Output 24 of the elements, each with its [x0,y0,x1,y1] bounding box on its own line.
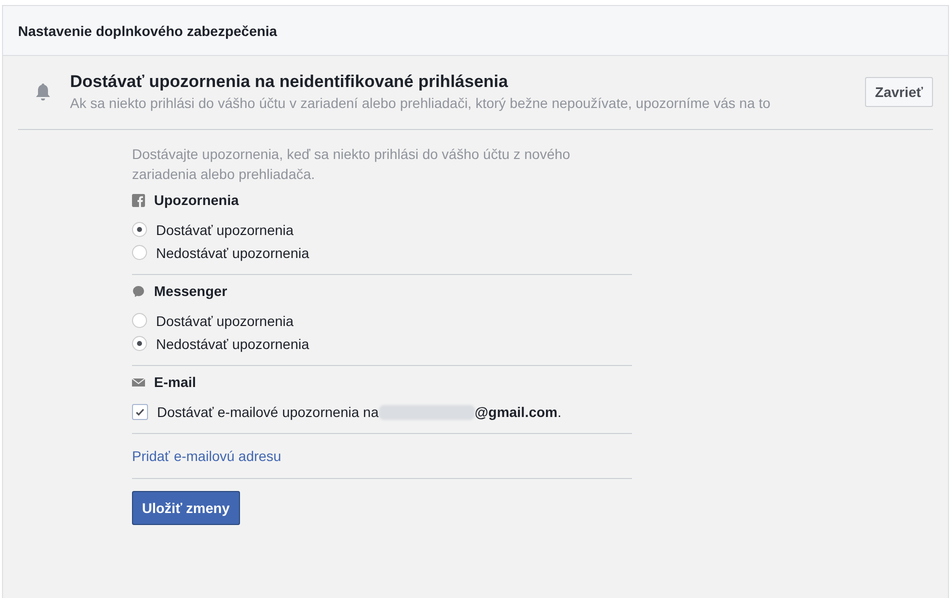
checkbox[interactable] [132,404,148,420]
option-label: Dostávať e-mailové upozornenia na @gmail.com. [157,404,562,420]
banner-subtitle: Ak sa niekto prihlási do vášho účtu v zariadení alebo prehliadači, ktorý bežne nepoužívate, upozorníme vás na to [70,95,772,111]
section-title: E-mail [154,374,196,390]
radio-button[interactable] [132,222,147,237]
facebook-icon [132,194,145,206]
envelope-icon [132,376,145,388]
section-title: Messenger [154,283,228,299]
radio-button[interactable] [132,245,147,260]
radio-button[interactable] [132,313,147,328]
save-button[interactable]: Uložiť zmeny [132,491,240,525]
option-label: Nedostávať upozornenia [156,336,310,352]
option-label: Nedostávať upozornenia [156,244,310,260]
option-label: Dostávať upozornenia [156,312,294,328]
bell-icon [34,82,52,102]
section-title: Upozornenia [154,192,239,208]
close-button[interactable]: Zavrieť [865,76,933,106]
panel-title: Nastavenie doplnkového zabezpečenia [18,23,278,39]
option-label: Dostávať upozornenia [156,222,294,238]
banner-title: Dostávať upozornenia na neidentifikované prihlásenia [70,72,509,92]
radio-button[interactable] [132,336,147,351]
chat-bubble-icon [132,284,145,298]
intro-text: Dostávajte upozornenia, keď sa niekto prihlási do vášho účtu z nového zariadenia alebo prehliadača. [132,145,572,184]
add-email-link[interactable]: Pridať e-mailovú adresu [132,434,632,479]
